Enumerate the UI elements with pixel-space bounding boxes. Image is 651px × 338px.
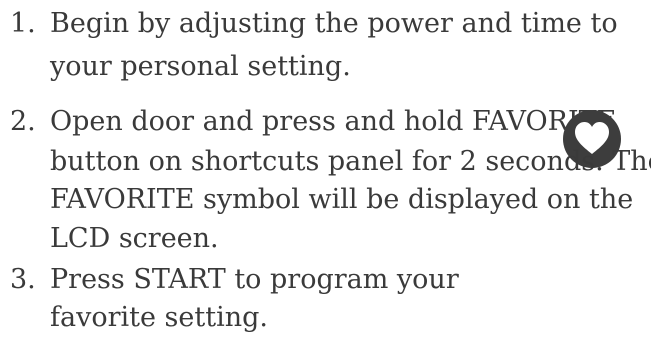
step-number: 1. [10, 8, 36, 39]
step-text-line: your personal setting. [50, 51, 351, 82]
step-text-line: button on shortcuts panel for 2 seconds.… [50, 146, 651, 177]
step-number: 3. [10, 264, 36, 295]
step-text-line: Begin by adjusting the power and time to [50, 8, 618, 39]
step-text-line: FAVORITE symbol will be displayed on the [50, 184, 634, 215]
step-number: 2. [10, 106, 36, 137]
step-text-line: Press START to program your [50, 264, 459, 295]
step-text-line: LCD screen. [50, 223, 219, 254]
step-text-line: favorite setting. [50, 302, 268, 333]
step-text-line: Open door and press and hold FAVORITE [50, 106, 617, 137]
instruction-steps: 1. Begin by adjusting the power and time… [0, 0, 651, 338]
